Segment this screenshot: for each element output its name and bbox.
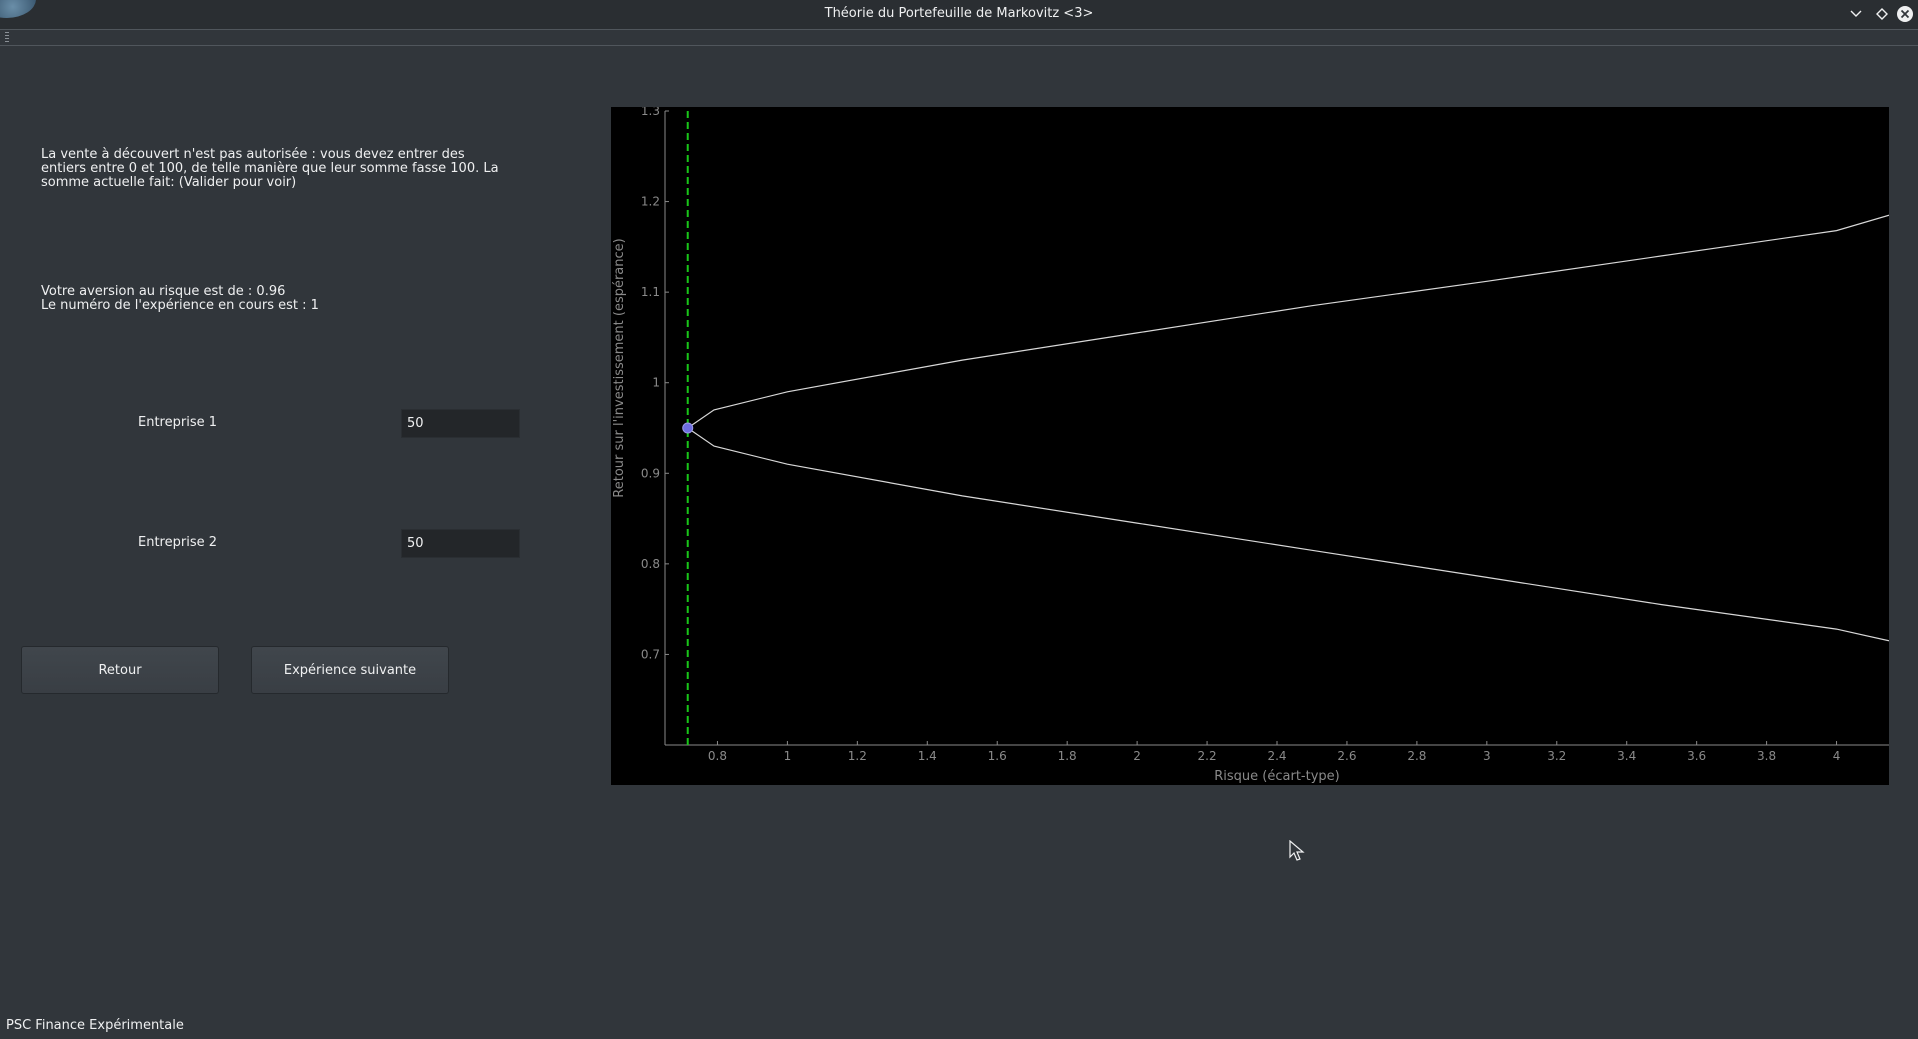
x-tick-label: 2.8 [1407,749,1426,763]
diamond-maximize-icon[interactable] [1872,4,1892,24]
company2-input[interactable] [401,529,520,558]
y-tick-label: 0.8 [641,557,660,571]
y-tick-label: 0.7 [641,647,660,661]
title-bar: Théorie du Portefeuille de Markovitz <3> [0,0,1918,30]
window-title: Théorie du Portefeuille de Markovitz <3> [824,6,1094,21]
x-tick-label: 2.6 [1337,749,1356,763]
x-tick-label: 1 [784,749,792,763]
frontier-curve-1 [687,214,1890,429]
x-tick-label: 1.2 [848,749,867,763]
x-tick-label: 3.2 [1547,749,1566,763]
mouse-cursor-icon [1289,840,1305,861]
x-tick-label: 3.4 [1617,749,1636,763]
status-bar: PSC Finance Expérimentale [6,1018,184,1033]
toolbar [0,30,1918,46]
frontier-curve-2 [687,427,1890,642]
x-tick-label: 1.6 [988,749,1007,763]
company1-input[interactable] [401,409,520,438]
x-tick-label: 3.8 [1757,749,1776,763]
company1-label: Entreprise 1 [138,415,217,430]
x-tick-label: 1.8 [1058,749,1077,763]
next-experiment-button[interactable]: Expérience suivante [251,646,449,694]
company2-label: Entreprise 2 [138,535,217,550]
experiment-number-text: Le numéro de l'expérience en cours est :… [41,298,319,313]
x-tick-label: 3.6 [1687,749,1706,763]
x-tick-label: 1.4 [918,749,937,763]
back-button[interactable]: Retour [21,646,219,694]
y-tick-label: 0.9 [641,466,660,480]
y-tick-label: 1 [652,376,660,390]
y-tick-label: 1.3 [641,107,660,118]
chevron-down-icon[interactable] [1846,4,1866,24]
risk-aversion-text: Votre aversion au risque est de : 0.96 [41,284,286,299]
x-axis-label: Risque (écart-type) [1214,769,1339,784]
efficient-frontier-chart: 0.8 1 1.2 1.4 1.6 1.8 2 2.2 2.4 2.6 2.8 3 3.2 3.4 3.6 3… [611,104,1890,785]
short-selling-info: La vente à découvert n'est pas autorisée… [41,147,499,190]
x-tick-label: 4 [1833,749,1841,763]
x-tick-label: 3 [1483,749,1491,763]
close-circle-icon[interactable] [1895,4,1915,24]
toolbar-grip-icon[interactable] [5,32,9,43]
experiment-info: Votre aversion au risque est de : 0.96 L… [41,285,501,313]
x-tick-label: 2.2 [1198,749,1217,763]
x-tick-label: 0.8 [708,749,727,763]
chart-canvas: 0.8 1 1.2 1.4 1.6 1.8 2 2.2 2.4 2.6 2.8 3 3.2 3.4 3.6 3… [612,104,1890,784]
x-tick-label: 2 [1133,749,1141,763]
y-tick-label: 1.1 [641,285,660,299]
min-variance-point [682,422,694,434]
y-axis-label: Retour sur l'investissement (espérance) [612,238,627,497]
y-tick-label: 1.2 [641,195,660,209]
x-tick-label: 2.4 [1267,749,1286,763]
